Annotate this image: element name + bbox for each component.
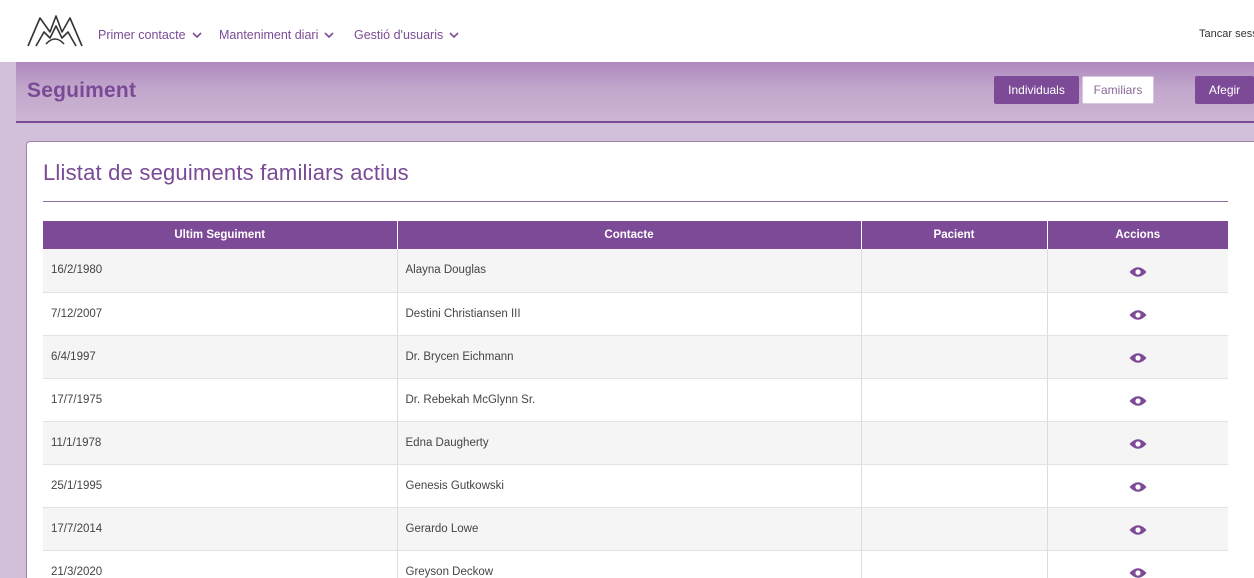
- cell-contact: Dr. Rebekah McGlynn Sr.: [397, 378, 862, 422]
- cell-date: 16/2/1980: [43, 249, 398, 293]
- cell-actions: [1047, 335, 1228, 379]
- column-header-ultim-seguiment[interactable]: Ultim Seguiment: [43, 221, 398, 249]
- table-row: 17/7/1975 Dr. Rebekah McGlynn Sr.: [43, 378, 1228, 422]
- cell-actions: [1047, 292, 1228, 336]
- table-row: 7/12/2007 Destini Christiansen III: [43, 292, 1228, 336]
- cell-patient: [861, 421, 1048, 465]
- eye-icon[interactable]: [1129, 524, 1147, 536]
- followups-table: Ultim Seguiment Contacte Pacient Accions…: [43, 221, 1228, 578]
- eye-icon[interactable]: [1129, 481, 1147, 493]
- list-card: Llistat de seguiments familiars actius U…: [26, 141, 1254, 578]
- familiars-button[interactable]: Familiars: [1082, 76, 1154, 104]
- cell-actions: [1047, 507, 1228, 551]
- individuals-button[interactable]: Individuals: [994, 76, 1079, 104]
- column-header-accions: Accions: [1047, 221, 1228, 249]
- add-button[interactable]: Afegir: [1195, 76, 1254, 104]
- table-header-row: Ultim Seguiment Contacte Pacient Accions: [43, 221, 1228, 249]
- cell-contact: Genesis Gutkowski: [397, 464, 862, 508]
- menu-label: Primer contacte: [98, 28, 186, 42]
- table-row: 11/1/1978 Edna Daugherty: [43, 421, 1228, 465]
- cell-actions: [1047, 421, 1228, 465]
- table-row: 21/3/2020 Greyson Deckow: [43, 550, 1228, 578]
- cell-date: 25/1/1995: [43, 464, 398, 508]
- cell-contact: Greyson Deckow: [397, 550, 862, 578]
- cell-contact: Edna Daugherty: [397, 421, 862, 465]
- cell-patient: [861, 292, 1048, 336]
- eye-icon[interactable]: [1129, 567, 1147, 578]
- logout-link[interactable]: Tancar sessió: [1199, 28, 1254, 40]
- menu-label: Manteniment diari: [219, 28, 319, 42]
- page-title: Seguiment: [27, 79, 137, 102]
- cell-date: 11/1/1978: [43, 421, 398, 465]
- cell-patient: [861, 378, 1048, 422]
- cell-patient: [861, 249, 1048, 293]
- menu-gestio-usuaris[interactable]: Gestió d'usuaris: [354, 28, 459, 42]
- card-divider: [43, 201, 1228, 202]
- eye-icon[interactable]: [1129, 266, 1147, 278]
- cell-contact: Gerardo Lowe: [397, 507, 862, 551]
- cell-contact: Destini Christiansen III: [397, 292, 862, 336]
- cell-date: 17/7/2014: [43, 507, 398, 551]
- eye-icon[interactable]: [1129, 395, 1147, 407]
- cell-patient: [861, 507, 1048, 551]
- cell-contact: Dr. Brycen Eichmann: [397, 335, 862, 379]
- top-navbar: Primer contacte Manteniment diari Gestió…: [0, 0, 1254, 62]
- cell-date: 21/3/2020: [43, 550, 398, 578]
- eye-icon[interactable]: [1129, 352, 1147, 364]
- cell-patient: [861, 335, 1048, 379]
- eye-icon[interactable]: [1129, 438, 1147, 450]
- cell-patient: [861, 550, 1048, 578]
- cell-date: 7/12/2007: [43, 292, 398, 336]
- eye-icon[interactable]: [1129, 309, 1147, 321]
- cell-date: 6/4/1997: [43, 335, 398, 379]
- chevron-down-icon: [191, 32, 202, 39]
- cell-actions: [1047, 464, 1228, 508]
- cell-actions: [1047, 249, 1228, 293]
- menu-primer-contacte[interactable]: Primer contacte: [98, 28, 202, 42]
- card-title: Llistat de seguiments familiars actius: [43, 160, 409, 185]
- table-row: 16/2/1980 Alayna Douglas: [43, 249, 1228, 293]
- cell-actions: [1047, 550, 1228, 578]
- menu-manteniment-diari[interactable]: Manteniment diari: [219, 28, 334, 42]
- table-row: 6/4/1997 Dr. Brycen Eichmann: [43, 335, 1228, 379]
- menu-label: Gestió d'usuaris: [354, 28, 444, 42]
- cell-actions: [1047, 378, 1228, 422]
- logo[interactable]: [26, 12, 84, 52]
- column-header-pacient[interactable]: Pacient: [861, 221, 1048, 249]
- cell-patient: [861, 464, 1048, 508]
- table-row: 25/1/1995 Genesis Gutkowski: [43, 464, 1228, 508]
- column-header-contacte[interactable]: Contacte: [397, 221, 862, 249]
- chevron-down-icon: [449, 32, 459, 39]
- table-row: 17/7/2014 Gerardo Lowe: [43, 507, 1228, 551]
- cell-date: 17/7/1975: [43, 378, 398, 422]
- chevron-down-icon: [324, 32, 334, 39]
- left-strip: [0, 62, 16, 578]
- cell-contact: Alayna Douglas: [397, 249, 862, 293]
